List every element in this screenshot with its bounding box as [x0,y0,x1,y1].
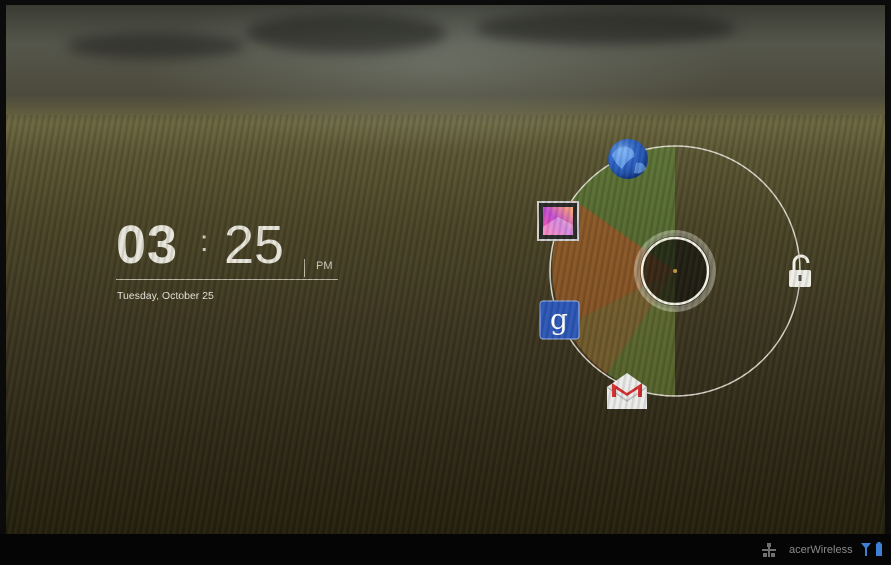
signal-icon[interactable] [861,543,871,556]
lockscreen-wallpaper: 03 : 25 PM Tuesday, October 25 g [6,5,885,534]
unlock-ring[interactable]: g [6,5,885,534]
unlock-handle-dot [673,269,677,273]
system-status-bar: acerWireless [0,534,891,565]
gallery-icon[interactable] [537,201,579,241]
network-name: acerWireless [789,544,853,556]
svg-text:g: g [550,303,568,336]
browser-icon[interactable] [608,139,648,179]
battery-icon[interactable] [876,542,882,556]
network-icon[interactable] [762,543,776,557]
google-search-icon[interactable]: g [539,300,580,340]
